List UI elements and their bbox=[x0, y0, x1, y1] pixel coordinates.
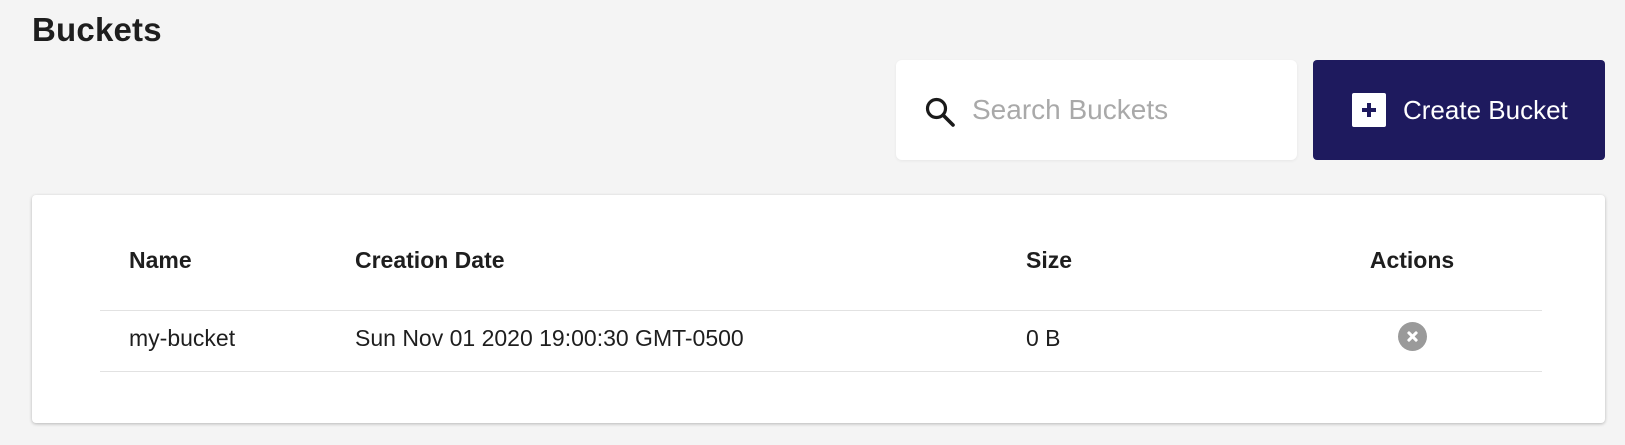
search-icon bbox=[925, 97, 955, 127]
column-header-creation-date[interactable]: Creation Date bbox=[355, 245, 505, 275]
bucket-name-cell[interactable]: my-bucket bbox=[129, 323, 235, 353]
column-header-name[interactable]: Name bbox=[129, 245, 192, 275]
plus-icon bbox=[1352, 93, 1386, 127]
buckets-table: Name Creation Date Size Actions my-bucke… bbox=[32, 195, 1605, 423]
search-box[interactable] bbox=[896, 60, 1297, 160]
column-header-actions: Actions bbox=[1369, 247, 1455, 273]
create-bucket-button[interactable]: Create Bucket bbox=[1313, 60, 1605, 160]
create-bucket-label: Create Bucket bbox=[1403, 95, 1568, 125]
search-input[interactable] bbox=[972, 90, 1272, 130]
size-cell: 0 B bbox=[1026, 325, 1061, 351]
creation-date-cell: Sun Nov 01 2020 19:00:30 GMT-0500 bbox=[355, 325, 744, 351]
page-title: Buckets bbox=[32, 11, 162, 48]
delete-icon[interactable] bbox=[1398, 322, 1427, 351]
column-header-size[interactable]: Size bbox=[1026, 245, 1072, 275]
table-row-divider bbox=[100, 371, 1542, 372]
table-header-divider bbox=[100, 310, 1542, 311]
